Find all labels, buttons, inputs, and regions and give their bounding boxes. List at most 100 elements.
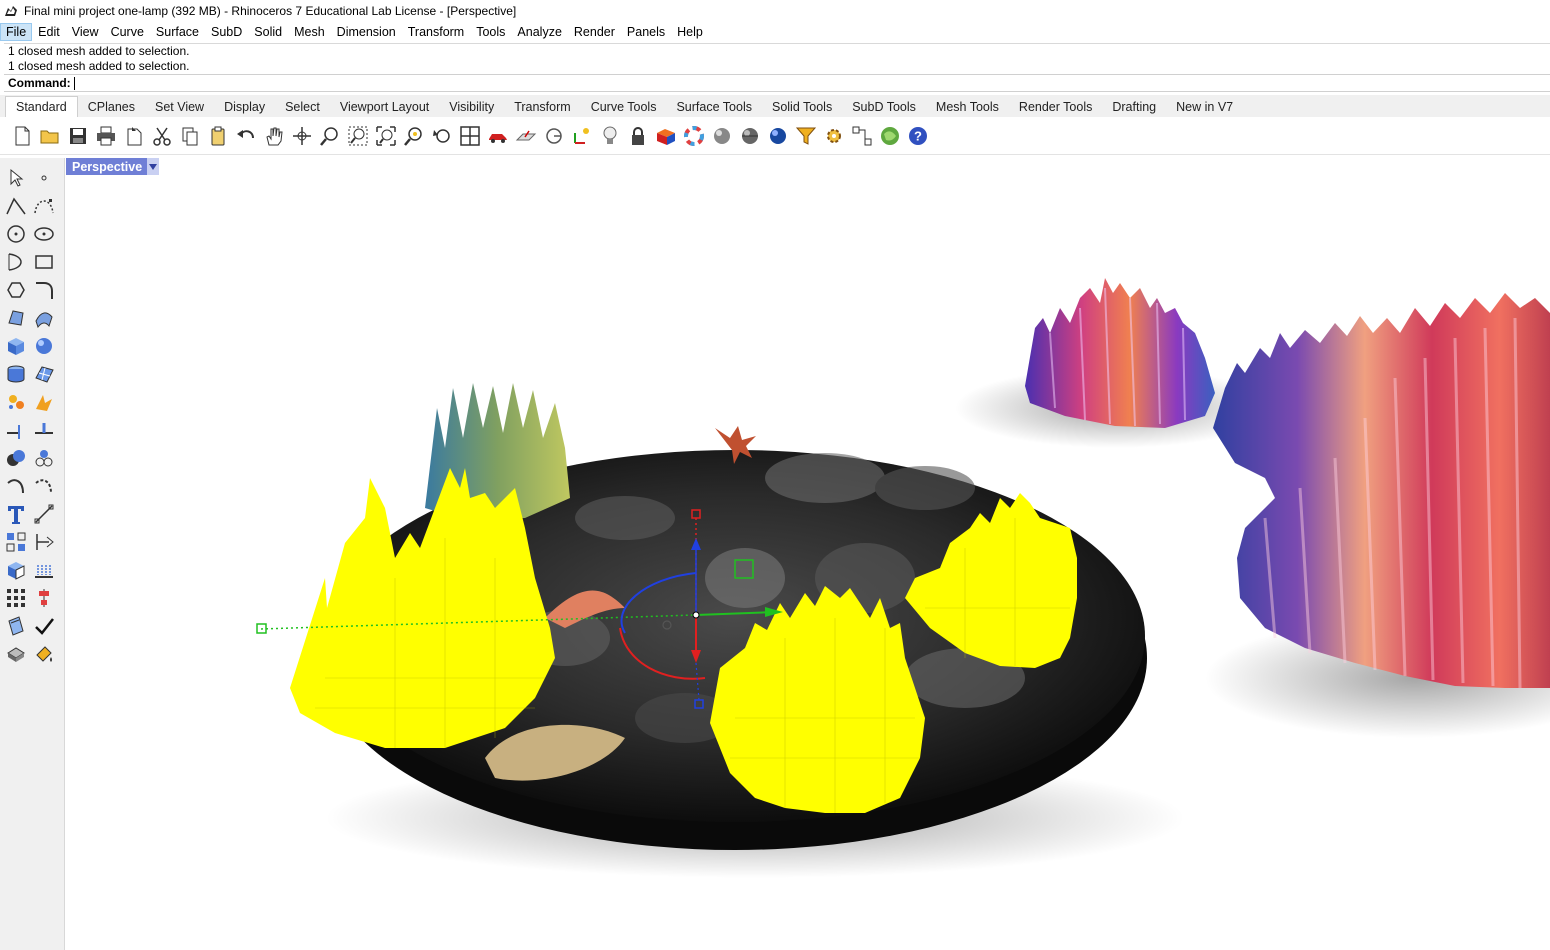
- point-icon[interactable]: [30, 164, 58, 192]
- import-icon[interactable]: [120, 122, 148, 150]
- block-icon[interactable]: [2, 528, 30, 556]
- menu-curve[interactable]: Curve: [105, 23, 150, 41]
- arc-icon[interactable]: [2, 248, 30, 276]
- align-icon[interactable]: [30, 584, 58, 612]
- explode-icon[interactable]: [2, 388, 30, 416]
- fillet-curve-icon[interactable]: [30, 276, 58, 304]
- command-input[interactable]: [73, 76, 678, 90]
- menu-surface[interactable]: Surface: [150, 23, 205, 41]
- zoom-window-icon[interactable]: [344, 122, 372, 150]
- filter-icon[interactable]: [792, 122, 820, 150]
- split-icon[interactable]: [30, 416, 58, 444]
- selected-mesh-left[interactable]: [290, 468, 555, 748]
- dimension-aligned-icon[interactable]: [30, 528, 58, 556]
- cut-icon[interactable]: [148, 122, 176, 150]
- zoom-selected-icon[interactable]: [400, 122, 428, 150]
- menu-solid[interactable]: Solid: [248, 23, 288, 41]
- menu-mesh[interactable]: Mesh: [288, 23, 331, 41]
- pan-hand-icon[interactable]: [260, 122, 288, 150]
- menu-dimension[interactable]: Dimension: [331, 23, 402, 41]
- box-icon[interactable]: [2, 332, 30, 360]
- tab-viewport-layout[interactable]: Viewport Layout: [330, 97, 439, 117]
- layer-icon[interactable]: [2, 612, 30, 640]
- rhino-app-icon[interactable]: [4, 4, 18, 18]
- extend-icon[interactable]: [2, 416, 30, 444]
- car-icon[interactable]: [484, 122, 512, 150]
- material-icon[interactable]: [652, 122, 680, 150]
- text-icon[interactable]: [2, 500, 30, 528]
- boolean-union-icon[interactable]: [2, 444, 30, 472]
- ellipse-icon[interactable]: [30, 220, 58, 248]
- menu-edit[interactable]: Edit: [32, 23, 66, 41]
- new-file-icon[interactable]: [8, 122, 36, 150]
- undo-icon[interactable]: [232, 122, 260, 150]
- polyline-icon[interactable]: [2, 192, 30, 220]
- coral-mound-large[interactable]: [1213, 293, 1550, 688]
- tab-render-tools[interactable]: Render Tools: [1009, 97, 1102, 117]
- solid-icon[interactable]: [2, 640, 30, 668]
- scene-canvas[interactable]: [65, 158, 1550, 950]
- tab-solid-tools[interactable]: Solid Tools: [762, 97, 842, 117]
- gumball-origin[interactable]: [692, 611, 700, 619]
- array-icon[interactable]: [2, 584, 30, 612]
- four-viewports-icon[interactable]: [456, 122, 484, 150]
- settings-gear-icon[interactable]: [820, 122, 848, 150]
- menu-render[interactable]: Render: [568, 23, 621, 41]
- light-bulb-icon[interactable]: [596, 122, 624, 150]
- zoom-extents-icon[interactable]: [372, 122, 400, 150]
- viewport-menu-arrow-icon[interactable]: [147, 158, 160, 175]
- shaded-sphere-icon[interactable]: [736, 122, 764, 150]
- rendered-sphere-icon[interactable]: [764, 122, 792, 150]
- polygon-icon[interactable]: [2, 276, 30, 304]
- checkmark-icon[interactable]: [30, 612, 58, 640]
- tab-new-in-v7[interactable]: New in V7: [1166, 97, 1243, 117]
- menu-tools[interactable]: Tools: [470, 23, 511, 41]
- save-icon[interactable]: [64, 122, 92, 150]
- tab-set-view[interactable]: Set View: [145, 97, 214, 117]
- viewport-title-tab[interactable]: Perspective: [66, 158, 160, 175]
- world-globe-icon[interactable]: [876, 122, 904, 150]
- print-icon[interactable]: [92, 122, 120, 150]
- tab-drafting[interactable]: Drafting: [1102, 97, 1166, 117]
- surface-network-icon[interactable]: [30, 304, 58, 332]
- box-edit-icon[interactable]: [2, 556, 30, 584]
- menu-subd[interactable]: SubD: [205, 23, 248, 41]
- tab-cplanes[interactable]: CPlanes: [78, 97, 145, 117]
- paste-icon[interactable]: [204, 122, 232, 150]
- color-wheel-icon[interactable]: [680, 122, 708, 150]
- curve-icon[interactable]: [30, 192, 58, 220]
- coral-mound-small[interactable]: [1025, 278, 1215, 428]
- tab-select[interactable]: Select: [275, 97, 330, 117]
- sphere-icon[interactable]: [30, 332, 58, 360]
- surface-corner-icon[interactable]: [2, 304, 30, 332]
- menu-help[interactable]: Help: [671, 23, 709, 41]
- menu-panels[interactable]: Panels: [621, 23, 671, 41]
- command-history[interactable]: 1 closed mesh added to selection. 1 clos…: [4, 43, 1550, 73]
- tab-curve-tools[interactable]: Curve Tools: [581, 97, 667, 117]
- open-folder-icon[interactable]: [36, 122, 64, 150]
- copy-icon[interactable]: [176, 122, 204, 150]
- help-icon[interactable]: ?: [904, 122, 932, 150]
- grasshopper-grid-icon[interactable]: [848, 122, 876, 150]
- grid-snap-icon[interactable]: [30, 556, 58, 584]
- cplane-icon[interactable]: [512, 122, 540, 150]
- circle-icon[interactable]: [2, 220, 30, 248]
- tab-standard[interactable]: Standard: [5, 96, 78, 117]
- cylinder-icon[interactable]: [2, 360, 30, 388]
- fillet-icon[interactable]: [2, 472, 30, 500]
- point-cloud-icon[interactable]: [30, 444, 58, 472]
- undo-view-icon[interactable]: [428, 122, 456, 150]
- zoom-dynamic-icon[interactable]: [316, 122, 344, 150]
- tab-subd-tools[interactable]: SubD Tools: [842, 97, 926, 117]
- perspective-viewport[interactable]: Perspective: [65, 158, 1550, 950]
- blend-icon[interactable]: [30, 472, 58, 500]
- select-arrow-icon[interactable]: [2, 164, 30, 192]
- tab-visibility[interactable]: Visibility: [439, 97, 504, 117]
- tab-surface-tools[interactable]: Surface Tools: [666, 97, 762, 117]
- osnap-icon[interactable]: [540, 122, 568, 150]
- tab-display[interactable]: Display: [214, 97, 275, 117]
- tab-transform[interactable]: Transform: [504, 97, 581, 117]
- paint-bucket-icon[interactable]: [30, 640, 58, 668]
- menu-analyze[interactable]: Analyze: [511, 23, 567, 41]
- menu-transform[interactable]: Transform: [402, 23, 471, 41]
